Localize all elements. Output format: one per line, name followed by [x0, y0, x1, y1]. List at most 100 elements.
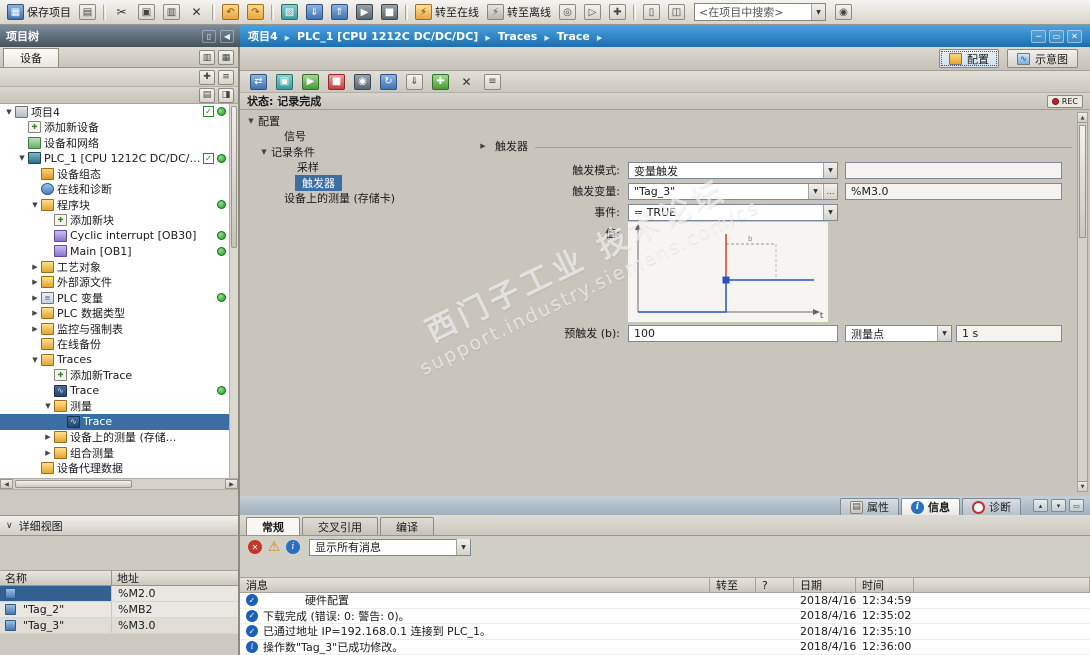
diagram-view-button[interactable]: 示意图: [1007, 49, 1078, 68]
chevron-down-icon[interactable]: ▼: [823, 163, 837, 178]
chevron-down-icon[interactable]: ∨: [6, 521, 13, 531]
trigger-variable-field[interactable]: "Tag_3" ▼ …: [628, 183, 838, 200]
start-cpu-button[interactable]: ▶: [353, 2, 376, 22]
info-filter-icon[interactable]: [286, 540, 300, 554]
message-filter-select[interactable]: 显示所有消息 ▼: [309, 538, 471, 556]
tree-item[interactable]: Main [OB1] ✓: [0, 244, 238, 260]
search-project-button[interactable]: ◉: [832, 2, 855, 22]
tree-item[interactable]: ▶ 外部源文件 ✓: [0, 275, 238, 291]
trace-config-item[interactable]: 设备上的测量 (存储卡): [242, 191, 470, 207]
go-online-button[interactable]: ⚡ 转至在线: [412, 2, 482, 22]
twisty-icon[interactable]: ▶: [43, 449, 53, 457]
snapshot-button[interactable]: ◉: [351, 72, 374, 92]
twisty-icon[interactable]: ▼: [30, 356, 40, 364]
stop-cpu-button[interactable]: ■: [378, 2, 401, 22]
simulation-button[interactable]: ▷: [581, 2, 604, 22]
tree-item[interactable]: ▶ PLC 数据类型 ✓: [0, 306, 238, 322]
tree-item[interactable]: ▼ 项目4 ✓: [0, 104, 238, 120]
breadcrumb-item[interactable]: Traces: [498, 30, 557, 43]
toolbar-separator[interactable]: [212, 3, 215, 21]
tree-horizontal-scrollbar[interactable]: ◀ ▶: [0, 478, 238, 490]
pretrigger-time-field[interactable]: 1 s: [956, 325, 1062, 342]
editor-scrollbar[interactable]: ▲ ▼: [1077, 112, 1088, 492]
save-project-button[interactable]: ▦ 保存项目: [4, 2, 74, 22]
twisty-icon[interactable]: ▶: [30, 294, 40, 302]
tree-item[interactable]: ▶ 组合测量 ✓: [0, 445, 238, 461]
message-row[interactable]: 操作数"Tag_3"已成功修改。 2018/4/16 12:36:00: [240, 639, 1090, 655]
breadcrumb-item[interactable]: 项目4: [248, 28, 297, 44]
detail-row[interactable]: "Tag_2" %MB2: [0, 602, 238, 618]
project-search-combo[interactable]: <在项目中搜索> ▼: [694, 3, 826, 21]
tree-item[interactable]: ▼ PLC_1 [CPU 1212C DC/DC/DC] ✓: [0, 151, 238, 167]
message-row[interactable]: 下载完成 (错误: 0: 警告: 0)。 2018/4/16 12:35:02: [240, 608, 1090, 624]
scroll-down-icon[interactable]: ▼: [1078, 481, 1087, 491]
tab-info[interactable]: 信息: [901, 498, 960, 515]
pin-panel-icon[interactable]: ▯: [202, 29, 216, 43]
trace-config-item[interactable]: 触发器: [242, 174, 470, 191]
twisty-icon[interactable]: ▼: [30, 201, 40, 209]
tree-item[interactable]: 设备和网络 ✓: [0, 135, 238, 151]
detail-view-header[interactable]: ∨ 详细视图: [0, 515, 238, 536]
message-column-header[interactable]: 消息: [240, 578, 710, 592]
download-to-device-button[interactable]: ⇓: [303, 2, 326, 22]
trace-settings-button[interactable]: ≡: [481, 72, 504, 92]
twisty-icon[interactable]: ▼: [4, 108, 14, 116]
undo-button[interactable]: ↶: [219, 2, 242, 22]
filter-icon[interactable]: ◨: [218, 87, 234, 103]
warning-filter-icon[interactable]: [267, 540, 281, 554]
twisty-icon[interactable]: ▼: [246, 117, 256, 125]
expand-inspector-icon[interactable]: ▴: [1033, 499, 1048, 512]
column-settings-icon[interactable]: ▤: [199, 87, 215, 103]
browse-icon[interactable]: …: [823, 184, 837, 199]
column-header-name[interactable]: 名称: [0, 571, 112, 585]
message-column-header[interactable]: 时间: [856, 578, 914, 592]
minimize-icon[interactable]: ─: [1031, 29, 1046, 43]
chevron-down-icon[interactable]: ▼: [456, 539, 470, 555]
tree-item[interactable]: ▶ PLC 变量 ✓: [0, 290, 238, 306]
chevron-down-icon[interactable]: ▼: [937, 326, 951, 341]
tree-item[interactable]: ▶ 工艺对象 ✓: [0, 259, 238, 275]
subtab-general[interactable]: 常规: [246, 517, 300, 535]
toolbar-separator[interactable]: [103, 3, 106, 21]
scroll-left-icon[interactable]: ◀: [0, 479, 13, 489]
online-diagnostics-button[interactable]: ◎: [556, 2, 579, 22]
add-measurement-button[interactable]: ✚: [429, 72, 452, 92]
chevron-down-icon[interactable]: ▼: [823, 205, 837, 220]
repeat-measurement-button[interactable]: ↻: [377, 72, 400, 92]
toolbar-separator[interactable]: [405, 3, 408, 21]
trace-config-item[interactable]: 信号: [242, 129, 470, 145]
stop-recording-button[interactable]: ■: [325, 72, 348, 92]
page-view-icon[interactable]: ▥: [199, 50, 215, 65]
chevron-down-icon[interactable]: ▼: [808, 184, 822, 199]
message-column-header[interactable]: ?: [756, 578, 794, 592]
compile-button[interactable]: ▨: [278, 2, 301, 22]
window-layout-button[interactable]: ◫: [665, 2, 688, 22]
paste-button[interactable]: ▥: [160, 2, 183, 22]
twisty-icon[interactable]: ▼: [43, 402, 53, 410]
subtab-cross-references[interactable]: 交叉引用: [302, 517, 378, 535]
scrollbar-thumb[interactable]: [231, 106, 237, 249]
twisty-icon[interactable]: ▶: [30, 278, 40, 286]
cut-button[interactable]: ✂: [110, 2, 133, 22]
tab-devices[interactable]: 设备: [3, 48, 59, 67]
configuration-view-button[interactable]: 配置: [939, 49, 999, 68]
twisty-icon[interactable]: ▼: [17, 154, 27, 162]
tree-item[interactable]: Trace ✓: [0, 383, 238, 399]
catalog-icon[interactable]: ▦: [218, 50, 234, 65]
scroll-right-icon[interactable]: ▶: [225, 479, 238, 489]
start-recording-button[interactable]: ▶: [299, 72, 322, 92]
pretrigger-value-field[interactable]: 100: [628, 325, 838, 342]
twisty-icon[interactable]: ▶: [43, 433, 53, 441]
tree-item[interactable]: 设备代理数据 ✓: [0, 461, 238, 477]
scrollbar-thumb[interactable]: [15, 480, 132, 488]
options-icon[interactable]: ≡: [218, 69, 234, 85]
tree-item[interactable]: Trace ✓: [0, 414, 238, 430]
scroll-up-icon[interactable]: ▲: [1078, 113, 1087, 123]
collapse-panel-icon[interactable]: ◀: [220, 29, 234, 43]
trace-config-item[interactable]: ▼ 配置: [242, 113, 470, 129]
trace-config-item[interactable]: ▼ 记录条件: [242, 144, 470, 160]
breadcrumb-item[interactable]: Trace: [557, 30, 610, 43]
detail-row[interactable]: "Tag_3" %M3.0: [0, 618, 238, 634]
column-header-address[interactable]: 地址: [112, 571, 238, 585]
go-offline-button[interactable]: ⚡ 转至离线: [484, 2, 554, 22]
